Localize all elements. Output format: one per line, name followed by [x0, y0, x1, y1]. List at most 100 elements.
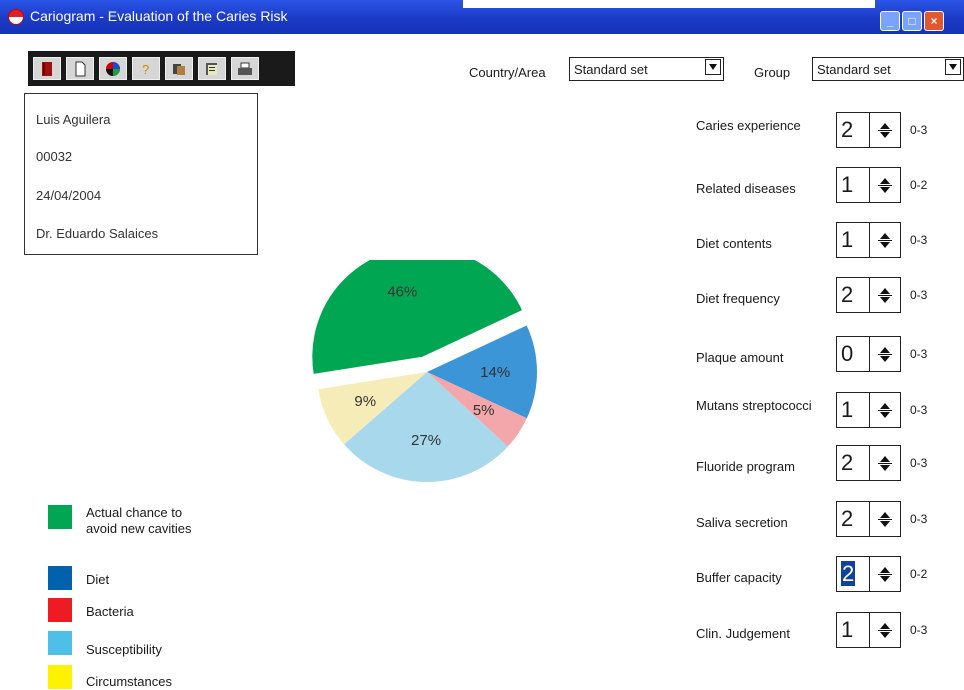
factor-value: 1	[841, 172, 854, 197]
country-label: Country/Area	[469, 65, 546, 80]
book-icon[interactable]	[33, 57, 61, 80]
arrow-down-icon[interactable]	[880, 576, 890, 582]
factor-value: 1	[841, 397, 854, 422]
value-spinner[interactable]	[870, 612, 901, 648]
value-spinner[interactable]	[870, 556, 901, 592]
spinner-divider	[878, 130, 892, 131]
arrow-up-icon[interactable]	[880, 123, 890, 129]
value-spinner[interactable]	[870, 277, 901, 313]
factor-value-input[interactable]: 1	[836, 222, 870, 258]
factor-value: 2	[841, 561, 856, 586]
factor-range: 0-2	[910, 178, 928, 192]
legend-swatch	[48, 665, 72, 689]
arrow-up-icon[interactable]	[880, 178, 890, 184]
factor-value-input[interactable]: 2	[836, 556, 870, 592]
factor-label: Saliva secretion	[696, 515, 788, 530]
factor-value: 1	[841, 617, 854, 642]
color-wheel-icon[interactable]	[99, 57, 127, 80]
group-label: Group	[754, 65, 791, 80]
arrow-up-icon[interactable]	[880, 347, 890, 353]
factor-label: Buffer capacity	[696, 570, 782, 585]
spinner-divider	[878, 354, 892, 355]
patient-id: 00032	[36, 149, 73, 164]
legend-swatch	[48, 598, 72, 622]
value-spinner[interactable]	[870, 167, 901, 203]
factor-value: 2	[841, 450, 854, 475]
factor-label: Mutans streptococci	[696, 398, 812, 413]
arrow-up-icon[interactable]	[880, 567, 890, 573]
pie-slice-label: 14%	[480, 364, 510, 381]
arrow-down-icon[interactable]	[880, 356, 890, 362]
arrow-up-icon[interactable]	[880, 233, 890, 239]
arrow-down-icon[interactable]	[880, 242, 890, 248]
factor-value-input[interactable]: 2	[836, 445, 870, 481]
arrow-down-icon[interactable]	[880, 521, 890, 527]
arrow-up-icon[interactable]	[880, 456, 890, 462]
chevron-down-icon[interactable]	[945, 59, 961, 75]
value-spinner[interactable]	[870, 112, 901, 148]
close-icon[interactable]: ×	[924, 11, 944, 31]
legend-label: Susceptibility	[86, 642, 162, 657]
factor-range: 0-3	[910, 233, 928, 247]
chevron-down-icon[interactable]	[705, 59, 721, 75]
value-spinner[interactable]	[870, 222, 901, 258]
spinner-divider	[878, 295, 892, 296]
value-spinner[interactable]	[870, 392, 901, 428]
factor-value-input[interactable]: 1	[836, 167, 870, 203]
value-spinner[interactable]	[870, 445, 901, 481]
country-select-value: Standard set	[574, 62, 648, 77]
spinner-divider	[878, 410, 892, 411]
factor-label: Caries experience	[696, 118, 801, 133]
toolbar: ?	[28, 51, 295, 86]
value-spinner[interactable]	[870, 336, 901, 372]
country-select[interactable]: Standard set	[569, 57, 724, 81]
arrow-down-icon[interactable]	[880, 412, 890, 418]
factor-value-input[interactable]: 0	[836, 336, 870, 372]
arrow-down-icon[interactable]	[880, 297, 890, 303]
factor-range: 0-3	[910, 512, 928, 526]
minimize-icon[interactable]: _	[880, 11, 900, 31]
factor-label: Plaque amount	[696, 350, 784, 365]
arrow-up-icon[interactable]	[880, 288, 890, 294]
spinner-divider	[878, 574, 892, 575]
new-page-icon[interactable]	[66, 57, 94, 80]
factor-value-input[interactable]: 2	[836, 112, 870, 148]
arrow-up-icon[interactable]	[880, 512, 890, 518]
factor-value-input[interactable]: 2	[836, 277, 870, 313]
factor-value: 2	[841, 506, 854, 531]
pie-slice-label: 5%	[473, 402, 495, 419]
cariogram-pie-icon	[8, 9, 24, 25]
factor-label: Diet frequency	[696, 291, 780, 306]
help-icon[interactable]: ?	[132, 57, 160, 80]
factor-range: 0-3	[910, 456, 928, 470]
cards-icon[interactable]	[165, 57, 193, 80]
spinner-divider	[878, 240, 892, 241]
arrow-down-icon[interactable]	[880, 187, 890, 193]
arrow-up-icon[interactable]	[880, 403, 890, 409]
factor-value: 1	[841, 227, 854, 252]
value-spinner[interactable]	[870, 501, 901, 537]
arrow-down-icon[interactable]	[880, 632, 890, 638]
arrow-down-icon[interactable]	[880, 465, 890, 471]
arrow-up-icon[interactable]	[880, 623, 890, 629]
spinner-divider	[878, 519, 892, 520]
legend-label: Circumstances	[86, 674, 172, 689]
legend-swatch	[48, 631, 72, 655]
spinner-divider	[878, 185, 892, 186]
factor-range: 0-3	[910, 347, 928, 361]
patient-date: 24/04/2004	[36, 188, 102, 203]
factor-value-input[interactable]: 1	[836, 612, 870, 648]
title-bar: Cariogram - Evaluation of the Caries Ris…	[0, 0, 964, 34]
notes-icon[interactable]	[198, 57, 226, 80]
factor-value-input[interactable]: 1	[836, 392, 870, 428]
maximize-icon[interactable]: □	[902, 11, 922, 31]
print-icon[interactable]	[231, 57, 259, 80]
group-select[interactable]: Standard set	[812, 57, 964, 81]
factor-value-input[interactable]: 2	[836, 501, 870, 537]
window-title: Cariogram - Evaluation of the Caries Ris…	[30, 8, 288, 24]
factor-range: 0-3	[910, 123, 928, 137]
patient-doctor: Dr. Eduardo Salaices	[36, 226, 159, 241]
arrow-down-icon[interactable]	[880, 132, 890, 138]
factor-label: Fluoride program	[696, 459, 795, 474]
svg-text:?: ?	[142, 62, 149, 77]
